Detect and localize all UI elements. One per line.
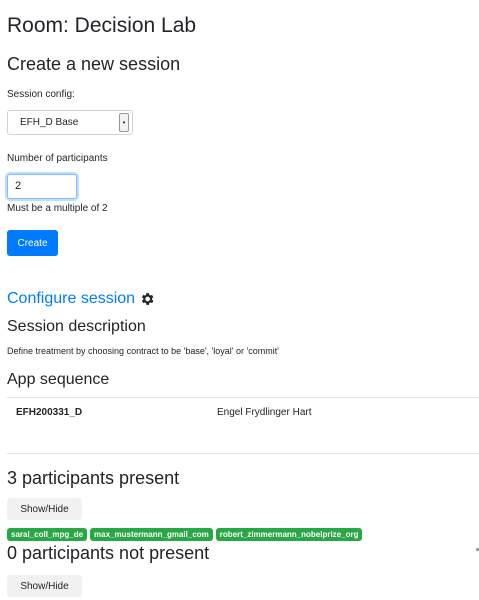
session-description-text: Define treatment by choosing contract to…: [7, 346, 279, 356]
create-button[interactable]: Create: [7, 230, 58, 256]
participants-input[interactable]: 2: [7, 174, 77, 199]
app-name: EFH200331_D: [16, 406, 83, 418]
gear-icon: [142, 293, 154, 305]
participants-not-present-heading: 0 participants not present: [7, 543, 210, 563]
configure-session-label: Configure session: [7, 290, 136, 307]
participant-badge[interactable]: robert_zimmermann_nobelprize_org: [215, 528, 363, 541]
table-row: EFH200331_D Engel Frydlinger Hart: [7, 397, 479, 426]
session-description-heading: Session description: [7, 318, 146, 335]
configure-session-link[interactable]: Configure session: [7, 290, 155, 308]
session-config-value: EFH_D Base: [20, 117, 79, 128]
session-config-label: Session config:: [7, 89, 75, 100]
participants-present-heading: 3 participants present: [7, 468, 180, 488]
participants-label: Number of participants: [7, 153, 108, 164]
app-sequence-heading: App sequence: [7, 371, 110, 388]
create-session-heading: Create a new session: [7, 54, 181, 74]
participant-badges: saral_coll_mpg_de max_mustermann_gmail_c…: [7, 528, 363, 541]
show-hide-present-button[interactable]: Show/Hide: [7, 498, 82, 520]
divider: [7, 453, 479, 454]
page-title: Room: Decision Lab: [7, 14, 197, 37]
session-config-select[interactable]: EFH_D Base •: [7, 110, 133, 135]
participant-badge[interactable]: max_mustermann_gmail_com: [90, 528, 213, 541]
app-display-name: Engel Frydlinger Hart: [217, 406, 312, 418]
participant-badge[interactable]: saral_coll_mpg_de: [7, 528, 88, 541]
select-arrow-icon: •: [119, 113, 129, 132]
show-hide-not-present-button[interactable]: Show/Hide: [7, 575, 82, 597]
participants-help-text: Must be a multiple of 2: [7, 203, 108, 214]
